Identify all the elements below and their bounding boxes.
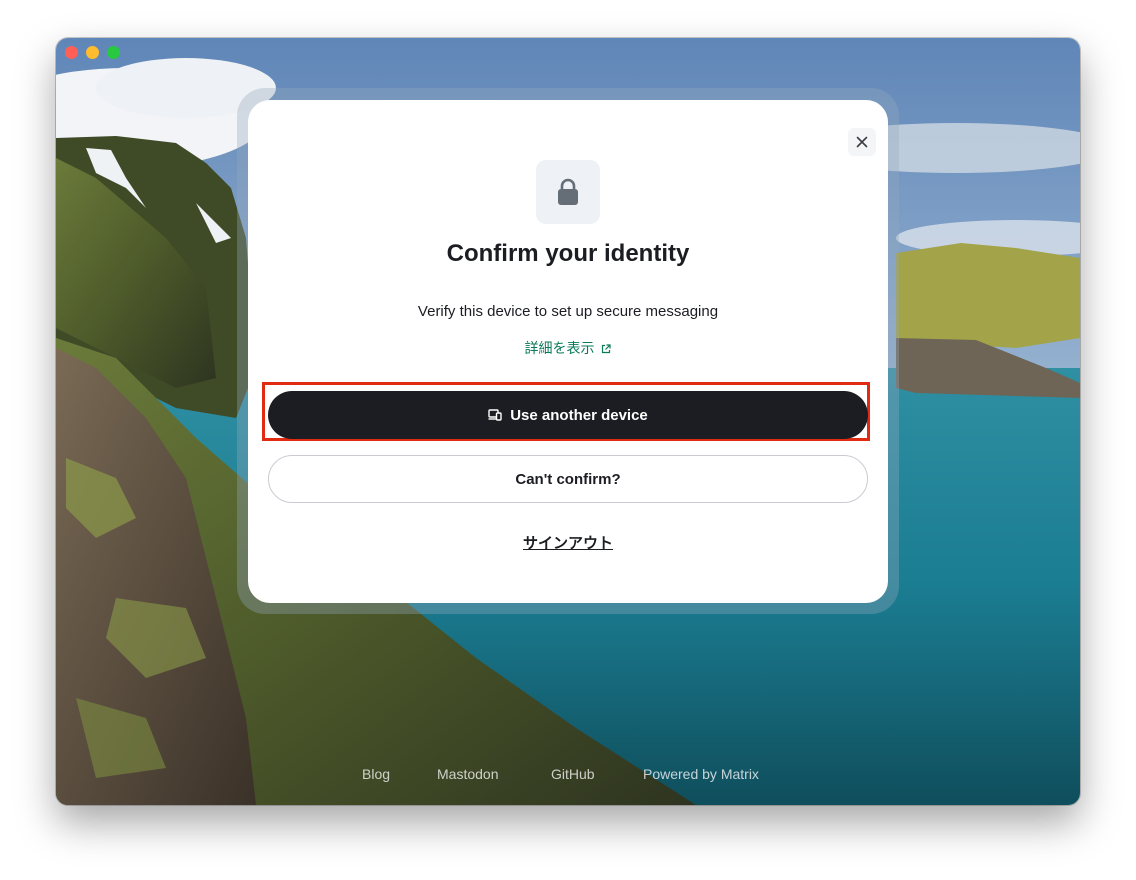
dialog-title: Confirm your identity	[446, 240, 690, 267]
external-link-icon	[602, 344, 612, 354]
zoom-window-button[interactable]	[107, 46, 120, 59]
footer-links: Blog Mastodon GitHub Powered by Matrix	[56, 766, 1080, 786]
learn-more-link[interactable]: 詳細を表示	[248, 338, 888, 358]
dialog-subtitle: Verify this device to set up secure mess…	[417, 303, 719, 320]
cant-confirm-label: Can't confirm?	[515, 470, 621, 488]
app-window: Confirm your identity Verify this device…	[56, 38, 1080, 805]
sign-out-link[interactable]: サインアウト	[523, 535, 613, 552]
window-controls	[65, 46, 120, 59]
close-icon	[856, 136, 868, 148]
footer-link-powered-by-matrix[interactable]: Powered by Matrix	[643, 766, 759, 782]
minimize-window-button[interactable]	[86, 46, 99, 59]
lock-icon	[558, 178, 578, 205]
sign-out-row: サインアウト	[248, 532, 888, 553]
cant-confirm-button[interactable]: Can't confirm?	[268, 455, 868, 503]
use-another-device-button[interactable]: Use another device	[268, 391, 868, 439]
footer-link-mastodon[interactable]: Mastodon	[437, 766, 498, 782]
devices-icon	[488, 409, 502, 421]
close-dialog-button[interactable]	[848, 128, 876, 156]
footer-link-blog[interactable]: Blog	[362, 766, 390, 782]
use-another-device-label: Use another device	[510, 406, 648, 424]
lock-icon-tile	[536, 160, 600, 224]
learn-more-label: 詳細を表示	[524, 340, 595, 356]
close-window-button[interactable]	[65, 46, 78, 59]
confirm-identity-dialog: Confirm your identity Verify this device…	[248, 100, 888, 603]
footer-link-github[interactable]: GitHub	[551, 766, 595, 782]
